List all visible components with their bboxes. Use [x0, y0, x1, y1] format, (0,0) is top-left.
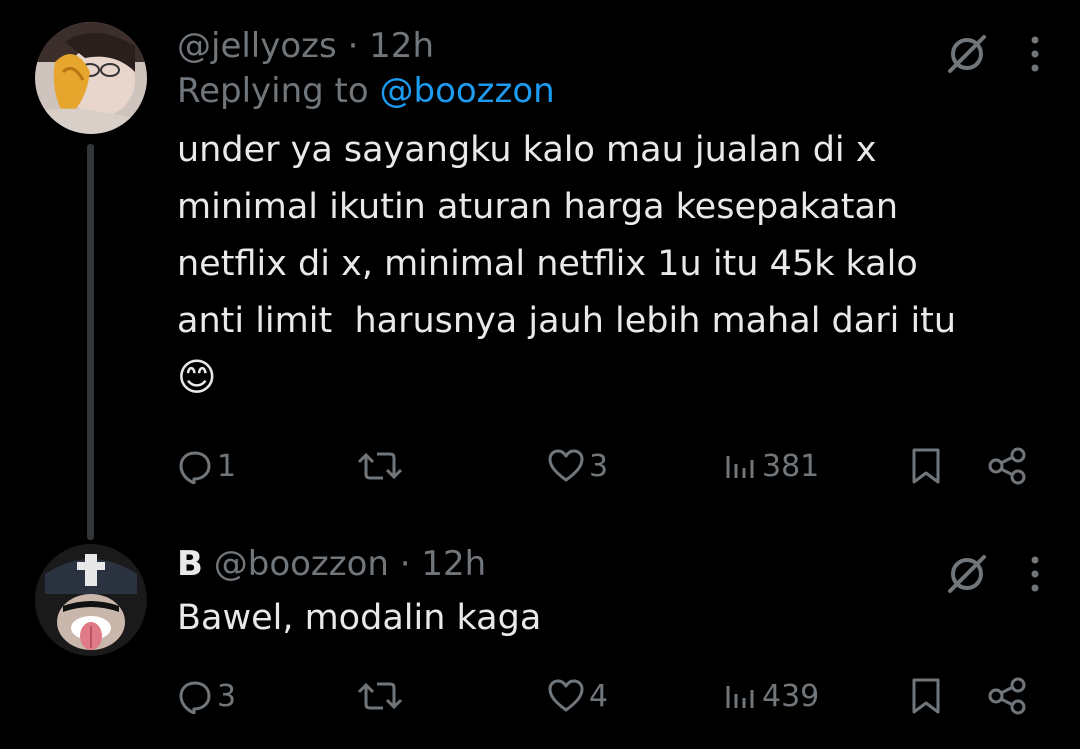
tweet-jellyozs[interactable]: @jellyozs · 12h Replying to @boozzon und…: [0, 0, 1080, 540]
timestamp[interactable]: · 12h: [400, 544, 486, 584]
mention-link[interactable]: @boozzon: [380, 71, 555, 111]
bookmark-button[interactable]: [910, 444, 942, 488]
like-icon: [547, 448, 585, 484]
reply-count: 1: [217, 448, 237, 484]
bookmark-button[interactable]: [910, 674, 942, 718]
timestamp[interactable]: · 12h: [348, 26, 434, 66]
tweet-header: B @boozzon · 12h: [177, 540, 1040, 588]
reply-button[interactable]: 3: [177, 674, 236, 718]
avatar[interactable]: [35, 544, 147, 656]
grok-icon[interactable]: [944, 31, 990, 77]
bookmark-icon: [910, 447, 942, 485]
like-count: 4: [589, 678, 609, 714]
retweet-icon: [357, 448, 403, 484]
bookmark-icon: [910, 677, 942, 715]
tweet-content: B @boozzon · 12h Bawel, modalin kaga: [177, 540, 1040, 648]
action-bar: 1 3 381: [177, 444, 1030, 488]
tweet-text: under ya sayangku kalo mau jualan di x m…: [177, 130, 957, 341]
tweet-content: @jellyozs · 12h Replying to @boozzon und…: [177, 22, 1040, 404]
tweet-text: Bawel, modalin kaga: [177, 598, 542, 638]
retweet-button[interactable]: [357, 674, 403, 718]
handle[interactable]: @jellyozs: [177, 26, 337, 66]
reply-button[interactable]: 1: [177, 444, 236, 488]
share-button[interactable]: [987, 674, 1027, 718]
reply-count: 3: [217, 678, 237, 714]
views-count: 381: [762, 448, 820, 484]
more-icon[interactable]: [1030, 554, 1040, 594]
share-icon: [987, 677, 1027, 715]
tweet-top-icons: [944, 30, 1040, 78]
views-icon: [724, 678, 758, 714]
avatar[interactable]: [35, 22, 147, 134]
like-count: 3: [589, 448, 609, 484]
like-icon: [547, 678, 585, 714]
more-icon[interactable]: [1030, 34, 1040, 74]
replying-to: Replying to @boozzon: [177, 68, 1040, 114]
action-bar: 3 4 439: [177, 674, 1030, 718]
like-button[interactable]: 3: [547, 444, 608, 488]
display-name[interactable]: B: [177, 544, 203, 584]
tweet-top-icons: [944, 550, 1040, 598]
retweet-icon: [357, 678, 403, 714]
tweet-boozzon[interactable]: B @boozzon · 12h Bawel, modalin kaga 3 4…: [0, 530, 1080, 749]
views-button[interactable]: 381: [724, 444, 819, 488]
views-count: 439: [762, 678, 820, 714]
views-button[interactable]: 439: [724, 674, 819, 718]
share-icon: [987, 447, 1027, 485]
reply-icon: [177, 448, 213, 484]
retweet-button[interactable]: [357, 444, 403, 488]
tweet-header: @jellyozs · 12h: [177, 22, 1040, 70]
reply-icon: [177, 678, 213, 714]
thread-line: [87, 144, 94, 540]
like-button[interactable]: 4: [547, 674, 608, 718]
views-icon: [724, 448, 758, 484]
replying-prefix: Replying to: [177, 71, 369, 111]
handle[interactable]: @boozzon: [214, 544, 389, 584]
grok-icon[interactable]: [944, 551, 990, 597]
share-button[interactable]: [987, 444, 1027, 488]
smile-emoji: 😊: [177, 355, 217, 399]
